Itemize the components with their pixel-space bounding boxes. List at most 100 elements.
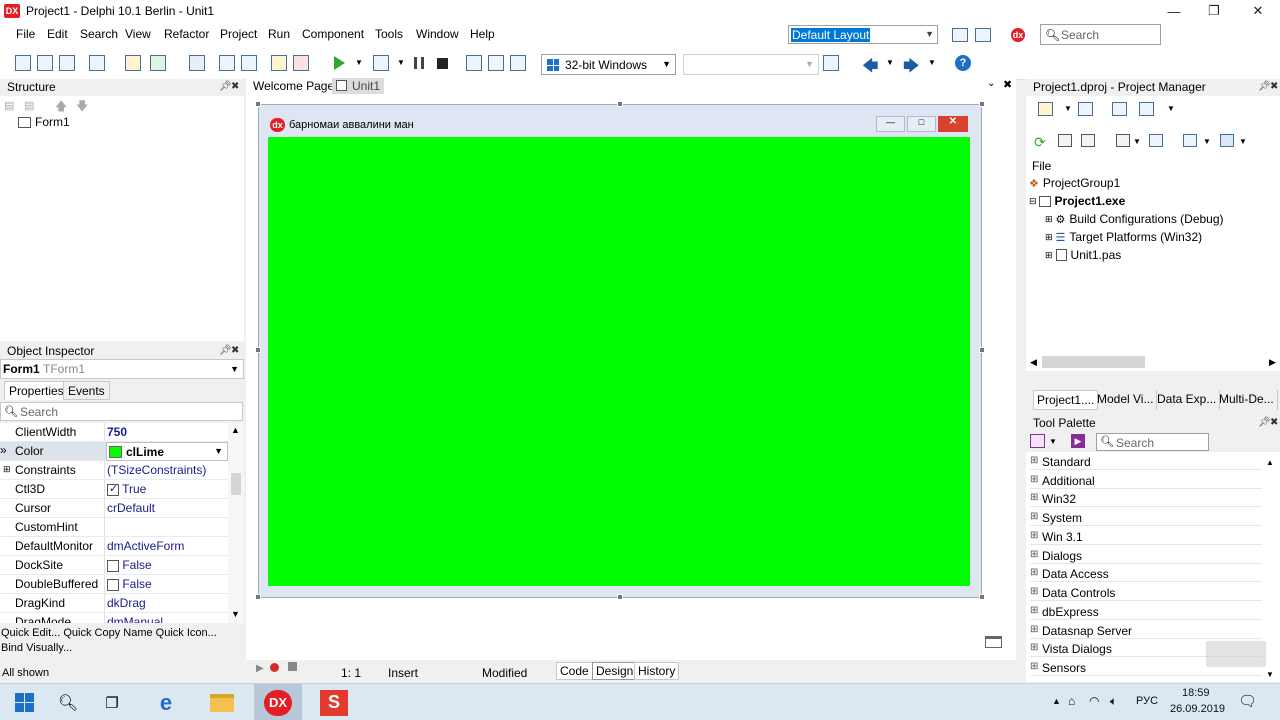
- save-layout-icon[interactable]: [952, 28, 968, 42]
- resize-handle[interactable]: [979, 347, 985, 353]
- resize-handle[interactable]: [979, 594, 985, 600]
- tree-item-project[interactable]: ⊟ Project1.exe: [1029, 194, 1125, 208]
- palette-search-input[interactable]: 🔍︎ Search: [1096, 433, 1209, 451]
- expand-all-icon[interactable]: [1058, 134, 1072, 147]
- property-row[interactable]: DragKind dkDrag: [0, 594, 228, 613]
- file-explorer-icon[interactable]: [198, 684, 246, 720]
- resize-handle[interactable]: [255, 594, 261, 600]
- tab-multi-device[interactable]: Multi-De...: [1216, 390, 1278, 410]
- palette-category[interactable]: ⊞ System: [1030, 509, 1262, 526]
- trace-into-icon[interactable]: [488, 55, 504, 71]
- property-row[interactable]: Cursor crDefault: [0, 499, 228, 518]
- open-project-folder-icon[interactable]: [1078, 102, 1093, 116]
- component-selector[interactable]: Form1 TForm1 ▼: [0, 359, 244, 379]
- menu-search[interactable]: Search: [80, 27, 118, 41]
- resize-handle[interactable]: [617, 594, 623, 600]
- expand-plus-icon[interactable]: ⊞: [1030, 530, 1038, 541]
- expand-plus-icon[interactable]: ⊞: [1030, 586, 1038, 597]
- tab-welcome-page[interactable]: Welcome Page: [253, 79, 334, 93]
- menu-view[interactable]: View: [125, 27, 151, 41]
- form-client-area[interactable]: [268, 137, 970, 586]
- close-icon[interactable]: ✖: [231, 81, 239, 92]
- minimize-icon[interactable]: —: [1152, 0, 1196, 22]
- clock-time[interactable]: 18:59: [1182, 687, 1210, 699]
- collapse-all-icon[interactable]: [1081, 134, 1095, 147]
- component-filter-icon[interactable]: ▶: [1071, 434, 1085, 448]
- tab-history[interactable]: History: [634, 662, 680, 680]
- save-all-icon[interactable]: [219, 55, 235, 71]
- menu-window[interactable]: Window: [416, 27, 459, 41]
- expand-plus-icon[interactable]: ⊞: [1030, 661, 1038, 672]
- scroll-up-icon[interactable]: ▲: [231, 425, 240, 435]
- maximize-icon[interactable]: ❐: [1192, 0, 1236, 22]
- tab-design[interactable]: Design: [592, 662, 638, 680]
- run-options-dropdown-icon[interactable]: ▼: [397, 58, 405, 67]
- expand-plus-icon[interactable]: ⊞: [1045, 232, 1053, 243]
- tray-expand-icon[interactable]: ▲: [1052, 696, 1061, 706]
- expand-plus-icon[interactable]: ⊞: [1030, 492, 1038, 503]
- sync-icon[interactable]: ⟳: [1034, 134, 1046, 151]
- palette-category[interactable]: ⊞ Data Controls: [1030, 584, 1262, 601]
- property-value[interactable]: dmActiveForm: [107, 539, 184, 553]
- property-grid-scrollbar[interactable]: ▲ ▼: [228, 423, 244, 623]
- expand-plus-icon[interactable]: ⊞: [3, 464, 11, 475]
- back-arrow-icon[interactable]: 🡄︎: [862, 55, 879, 82]
- platforms-dropdown-icon[interactable]: ▼: [1239, 137, 1247, 146]
- bind-visually-link[interactable]: Bind Visually...: [1, 642, 72, 654]
- property-value-checkbox[interactable]: False: [107, 577, 152, 591]
- tab-dropdown-icon[interactable]: ⌄: [987, 78, 995, 89]
- pin-icon[interactable]: 📌︎: [1258, 81, 1271, 92]
- expand-plus-icon[interactable]: ⊞: [1045, 250, 1053, 261]
- expand-plus-icon[interactable]: ⊞: [1030, 511, 1038, 522]
- property-value-checkbox[interactable]: False: [107, 558, 152, 572]
- stop-icon[interactable]: [437, 58, 448, 69]
- build-icon[interactable]: [1149, 134, 1163, 147]
- property-row[interactable]: CustomHint: [0, 518, 228, 537]
- horizontal-scrollbar-thumb[interactable]: [1042, 356, 1145, 368]
- tree-item-project-group[interactable]: ❖ ProjectGroup1: [1029, 176, 1120, 190]
- quick-actions[interactable]: Quick Edit... Quick Copy Name Quick Icon…: [1, 627, 217, 639]
- tree-item-unit1[interactable]: ⊞ Unit1.pas: [1045, 248, 1121, 262]
- collapse-icon[interactable]: ▤: [4, 99, 14, 112]
- save-as-icon[interactable]: [241, 55, 257, 71]
- resize-handle[interactable]: [617, 101, 623, 107]
- palette-category[interactable]: ⊞ Win32: [1030, 490, 1262, 507]
- color-value-editor[interactable]: clLime ▼: [106, 442, 228, 461]
- run-without-debug-icon[interactable]: [373, 55, 389, 71]
- expand-plus-icon[interactable]: ⊞: [1030, 567, 1038, 578]
- menu-component[interactable]: Component: [302, 27, 364, 41]
- property-value[interactable]: 750: [107, 425, 127, 439]
- stop-macro-icon[interactable]: [288, 662, 297, 671]
- expand-plus-icon[interactable]: ⊞: [1030, 549, 1038, 560]
- resize-handle[interactable]: [255, 347, 261, 353]
- remove-icon[interactable]: [1112, 102, 1127, 116]
- view-options-icon[interactable]: [1139, 102, 1154, 116]
- sort-dropdown-icon[interactable]: ▼: [1133, 137, 1141, 146]
- property-row[interactable]: ClientWidth 750: [0, 423, 228, 442]
- expand-plus-icon[interactable]: ⊞: [1030, 605, 1038, 616]
- reopen-icon[interactable]: [89, 55, 105, 71]
- tree-item-form1[interactable]: Form1: [18, 115, 70, 129]
- add-new-icon[interactable]: [1038, 102, 1053, 116]
- close-tab-icon[interactable]: ✖: [1003, 78, 1012, 91]
- forward-dropdown-icon[interactable]: ▼: [928, 58, 936, 67]
- tree-item-target-platforms[interactable]: ⊞ ☰ Target Platforms (Win32): [1045, 230, 1202, 244]
- expand-plus-icon[interactable]: ⊞: [1030, 642, 1038, 653]
- step-over-icon[interactable]: [466, 55, 482, 71]
- embarcadero-icon[interactable]: dx: [1011, 28, 1025, 42]
- form-preview-icon[interactable]: [985, 636, 1002, 648]
- task-view-icon[interactable]: ❐: [88, 684, 136, 720]
- move-down-icon[interactable]: 🡇︎: [76, 97, 88, 118]
- palette-dropdown-icon[interactable]: ▼: [1049, 437, 1057, 446]
- checkbox-unchecked[interactable]: [107, 578, 119, 591]
- menu-file[interactable]: File: [16, 27, 35, 41]
- property-row-selected[interactable]: » Color clLime ▼: [0, 442, 228, 461]
- property-search-input[interactable]: 🔍︎ Search: [0, 402, 243, 421]
- resize-handle[interactable]: [979, 101, 985, 107]
- menu-run[interactable]: Run: [268, 27, 290, 41]
- scroll-down-icon[interactable]: ▼: [231, 609, 240, 619]
- property-value-checkbox[interactable]: True: [107, 482, 146, 496]
- menu-help[interactable]: Help: [470, 27, 495, 41]
- run-to-cursor-icon[interactable]: [510, 55, 526, 71]
- palette-category[interactable]: ⊞ dbExpress: [1030, 603, 1262, 620]
